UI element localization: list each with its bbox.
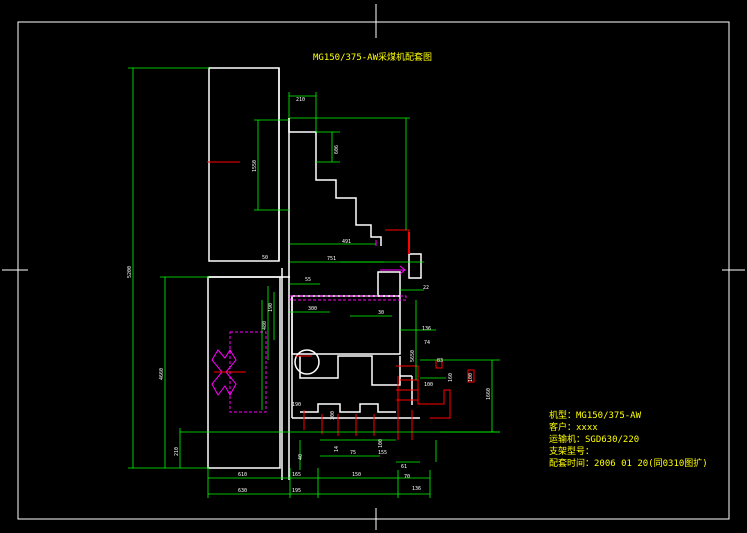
dim-210b: 210 (174, 447, 180, 456)
dim-75: 75 (350, 450, 356, 456)
dim-165: 165 (292, 472, 301, 478)
coal-wall-profile (288, 118, 382, 246)
conveyor-pan (292, 375, 420, 419)
upper-support-block (208, 67, 280, 262)
info-model: 机型：MG150/375-AW (549, 409, 642, 421)
dim-160: 160 (448, 373, 454, 382)
dim-83: 83 (437, 358, 443, 364)
dim-30: 30 (378, 310, 384, 316)
shearer-body (291, 253, 422, 418)
dim-61: 61 (401, 464, 407, 470)
dim-606: 606 (334, 145, 340, 154)
drawing-title: MG150/375-AW采煤机配套图 (313, 51, 432, 63)
center-lines (207, 161, 413, 440)
dim-74: 74 (424, 340, 430, 346)
dim-751: 751 (327, 256, 336, 262)
dim-4660-total: 5200 (127, 266, 133, 278)
info-customer: 客户：xxxx (549, 421, 598, 433)
dim-190: 190 (268, 303, 274, 312)
info-conveyor: 运输机：SGD630/220 (549, 433, 639, 445)
dim-155: 155 (378, 450, 387, 456)
dim-70: 70 (404, 474, 410, 480)
dim-5650: 5650 (410, 350, 416, 362)
dim-210-top: 210 (296, 97, 305, 103)
dim-136: 136 (422, 326, 431, 332)
dim-4660: 4660 (159, 368, 165, 380)
dim-1660: 1660 (486, 388, 492, 400)
dim-190b: 190 (292, 402, 301, 408)
dim-136b: 136 (412, 486, 421, 492)
dim-491: 491 (342, 239, 351, 245)
info-support: 支架型号： (549, 445, 594, 457)
dim-100c: 100 (378, 439, 384, 448)
dim-100: 100 (424, 382, 433, 388)
info-block: 机型：MG150/375-AW 客户：xxxx 运输机：SGD630/220 支… (549, 409, 708, 469)
dim-150: 150 (352, 472, 361, 478)
dim-300: 300 (308, 306, 317, 312)
dim-50: 50 (262, 255, 268, 261)
cad-drawing-canvas: MG150/375-AW采煤机配套图 210 606 1550 5200 466… (2, 4, 745, 530)
dim-195: 195 (292, 488, 301, 494)
centering-marks (2, 4, 745, 530)
dim-40: 40 (298, 454, 304, 460)
dim-22: 22 (423, 285, 429, 291)
dim-630: 630 (238, 488, 247, 494)
dim-14: 14 (334, 446, 340, 452)
dim-610: 610 (238, 472, 247, 478)
dim-300b: 300 (330, 411, 336, 420)
dim-1550: 1550 (252, 160, 258, 172)
dim-55: 55 (305, 277, 311, 283)
info-date: 配套时间：2006 01 20(同0310图扩) (549, 457, 708, 469)
dim-480: 480 (262, 321, 268, 330)
dim-100-right: 100 (468, 373, 474, 382)
